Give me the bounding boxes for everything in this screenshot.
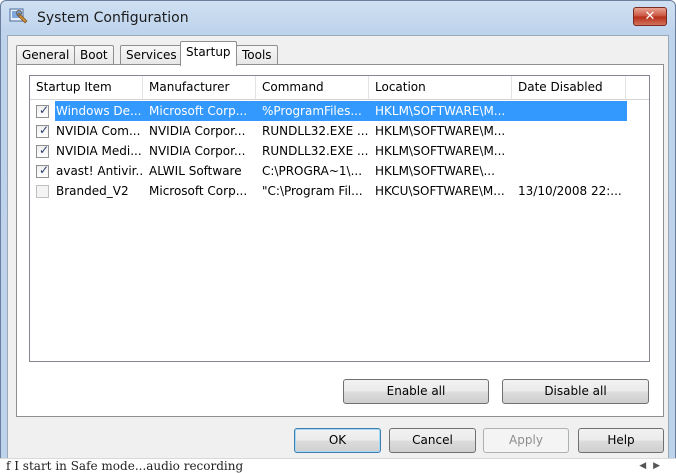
cell-date-disabled (518, 101, 626, 121)
cell-location: HKLM\SOFTWARE\M... (375, 144, 506, 158)
system-configuration-window: System Configuration ✕ General Boot Serv… (0, 0, 676, 460)
cell-date-disabled (518, 141, 626, 161)
disable-all-button[interactable]: Disable all (502, 379, 649, 404)
table-row[interactable]: ✓ avast! Antivir... ALWIL Software C:\PR… (30, 161, 649, 181)
cell-command: %ProgramFiles... (262, 104, 362, 118)
checkmark-icon: ✓ (39, 143, 50, 157)
startup-checkbox[interactable] (36, 185, 49, 198)
title-bar[interactable]: System Configuration ✕ (1, 1, 675, 35)
cell-startup-item: Windows De... (56, 104, 142, 118)
column-date-disabled[interactable]: Date Disabled (512, 76, 626, 99)
cell-manufacturer: Microsoft Corp... (149, 104, 248, 118)
enable-all-button[interactable]: Enable all (343, 379, 489, 404)
cell-command: "C:\Program Fil... (262, 184, 363, 198)
cell-startup-item: NVIDIA Com... (56, 124, 141, 138)
close-icon: ✕ (644, 9, 656, 24)
column-location[interactable]: Location (369, 76, 512, 99)
cell-startup-item: Branded_V2 (56, 184, 129, 198)
startup-checkbox[interactable]: ✓ (36, 163, 50, 178)
checkmark-icon: ✓ (39, 103, 50, 117)
cell-command: C:\PROGRA~1\... (262, 164, 363, 178)
column-startup-item[interactable]: Startup Item (30, 76, 143, 99)
table-row[interactable]: Branded_V2 Microsoft Corp... "C:\Program… (30, 181, 649, 201)
list-header: Startup Item Manufacturer Command Locati… (30, 76, 649, 100)
help-button[interactable]: Help (578, 428, 664, 453)
system-configuration-icon (9, 7, 29, 25)
table-row[interactable]: ✓ NVIDIA Com... NVIDIA Corpor... RUNDLL3… (30, 121, 649, 141)
startup-checkbox[interactable]: ✓ (36, 103, 50, 118)
cell-startup-item: avast! Antivir... (56, 164, 142, 178)
cell-location: HKLM\SOFTWARE\M... (375, 104, 506, 118)
startup-panel: Startup Item Manufacturer Command Locati… (16, 64, 664, 417)
cell-startup-item: NVIDIA Medi... (56, 144, 142, 158)
dialog-body: General Boot Services Startup Tools Star… (7, 35, 669, 459)
tab-tools[interactable]: Tools (236, 45, 278, 65)
tab-boot[interactable]: Boot (74, 45, 114, 65)
cell-date-disabled (518, 161, 626, 181)
window-title: System Configuration (37, 10, 189, 26)
cell-location: HKLM\SOFTWARE\M... (375, 124, 506, 138)
cell-location: HKCU\SOFTWARE\M... (375, 184, 505, 198)
checkmark-icon: ✓ (39, 123, 50, 137)
column-manufacturer[interactable]: Manufacturer (143, 76, 256, 99)
cell-manufacturer: NVIDIA Corpor... (149, 124, 246, 138)
background-page: f I start in Safe mode...audio recording… (0, 458, 676, 473)
cell-date-disabled: 13/10/2008 22:... (518, 184, 622, 198)
tab-services[interactable]: Services (120, 45, 183, 65)
cell-date-disabled (518, 121, 626, 141)
table-row[interactable]: ✓ NVIDIA Medi... NVIDIA Corpor... RUNDLL… (30, 141, 649, 161)
cell-command: RUNDLL32.EXE ... (262, 124, 368, 138)
startup-checkbox[interactable]: ✓ (36, 143, 50, 158)
cancel-button[interactable]: Cancel (389, 428, 476, 453)
background-text: f I start in Safe mode...audio recording (6, 459, 244, 473)
cell-manufacturer: Microsoft Corp... (149, 184, 248, 198)
cell-manufacturer: NVIDIA Corpor... (149, 144, 246, 158)
background-controls: ◀ ▶ (639, 461, 662, 471)
table-row[interactable]: ✓ Windows De... Microsoft Corp... %Progr… (30, 101, 649, 121)
cell-command: RUNDLL32.EXE ... (262, 144, 368, 158)
tab-general[interactable]: General (16, 45, 76, 65)
cell-location: HKLM\SOFTWARE\... (375, 164, 495, 178)
checkmark-icon: ✓ (39, 163, 50, 177)
startup-list[interactable]: Startup Item Manufacturer Command Locati… (29, 75, 650, 362)
tab-startup[interactable]: Startup (180, 41, 237, 66)
startup-checkbox[interactable]: ✓ (36, 123, 50, 138)
close-button[interactable]: ✕ (633, 7, 667, 26)
column-command[interactable]: Command (256, 76, 369, 99)
ok-button[interactable]: OK (294, 428, 381, 453)
apply-button[interactable]: Apply (483, 428, 569, 453)
cell-manufacturer: ALWIL Software (149, 164, 242, 178)
